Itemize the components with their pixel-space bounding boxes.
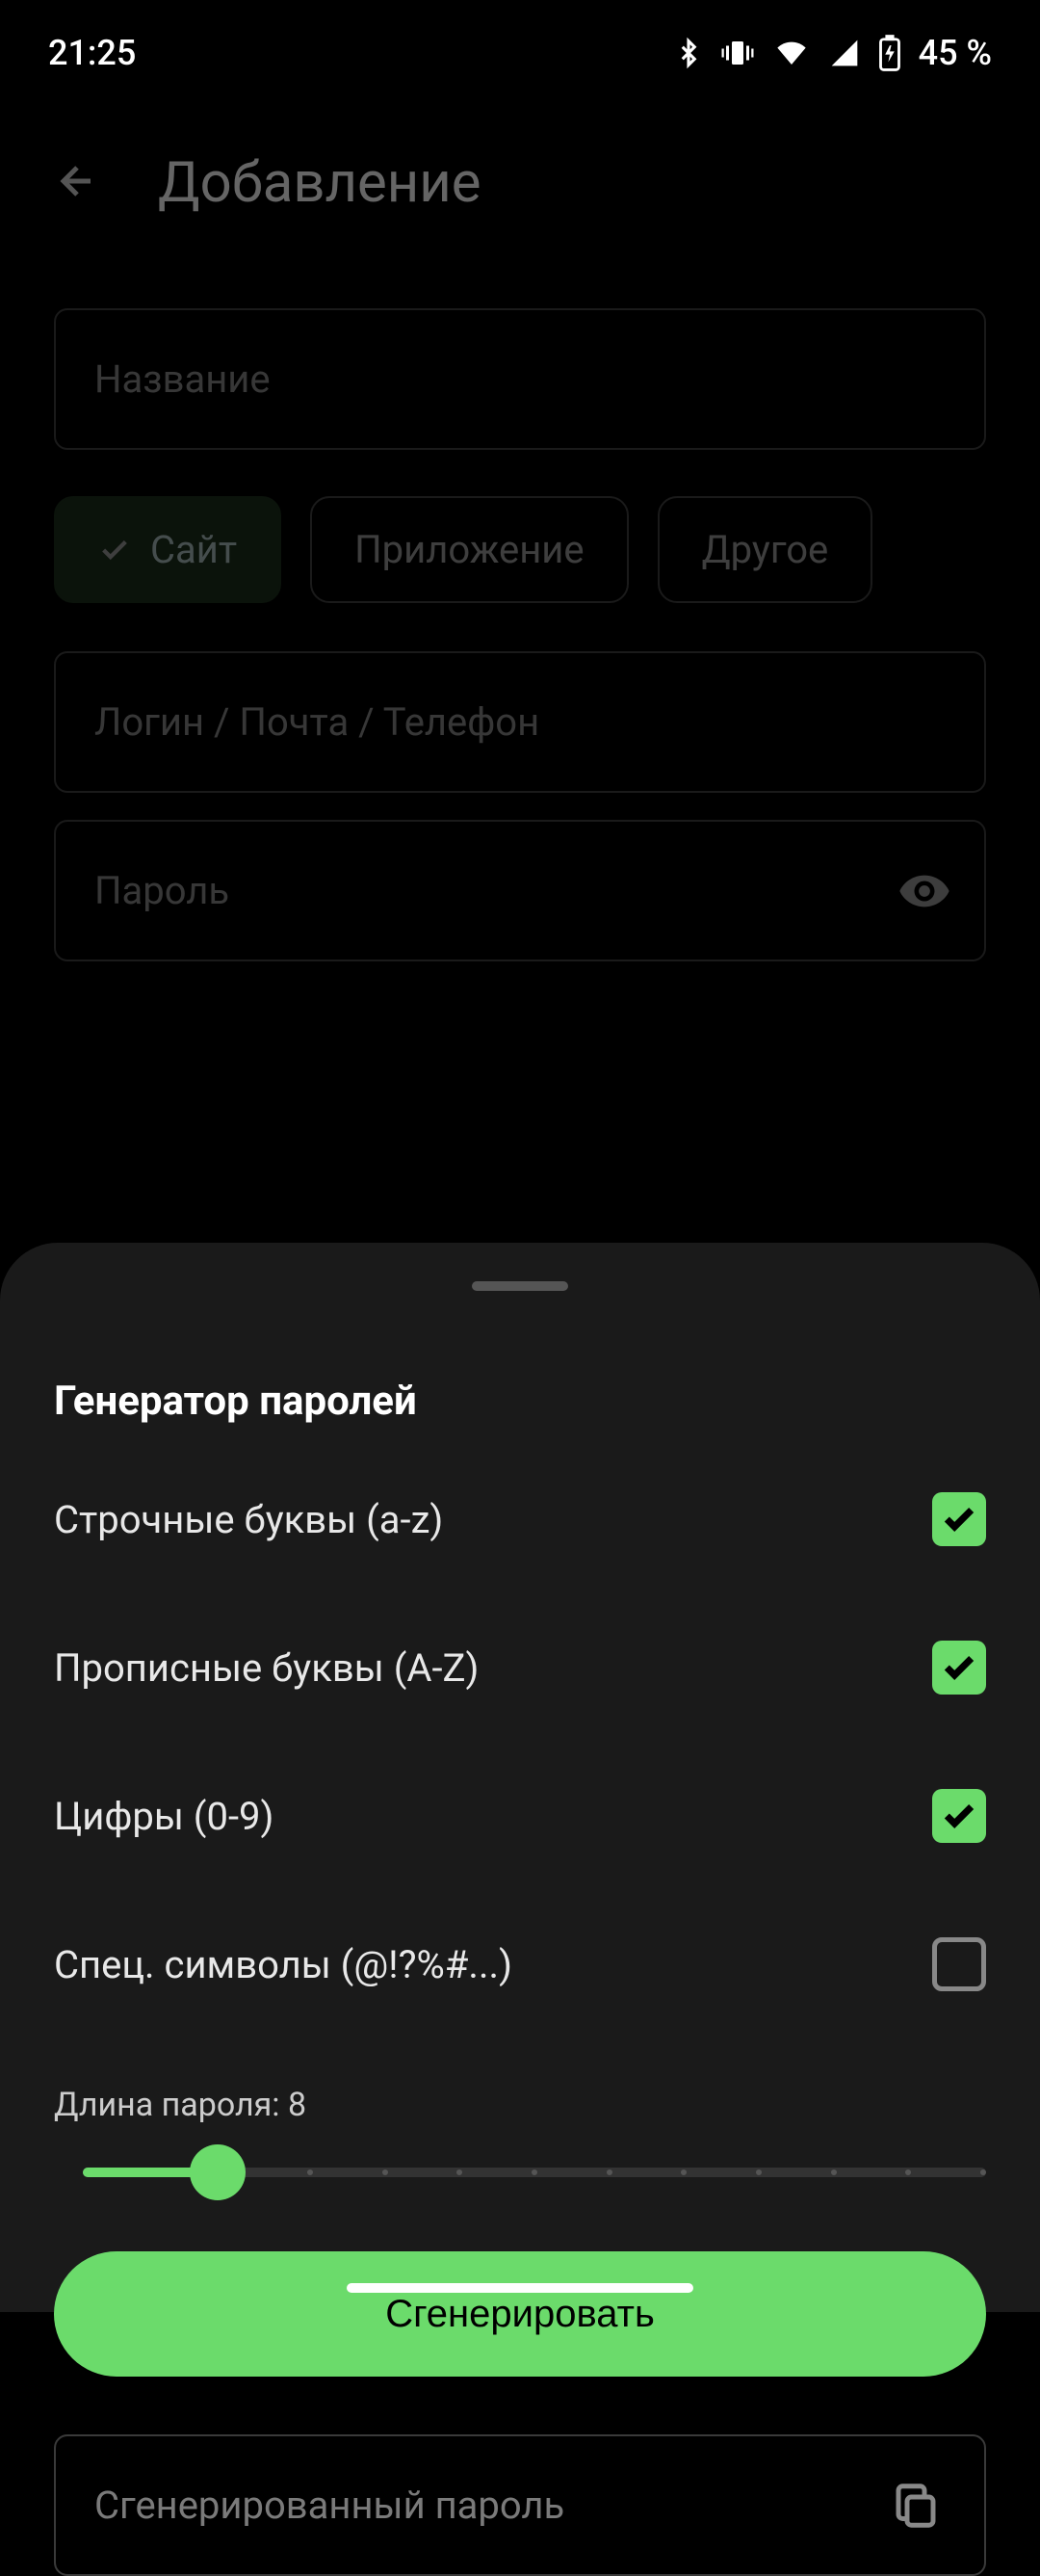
chip-label: Сайт	[150, 527, 237, 572]
generate-button[interactable]: Сгенерировать	[54, 2251, 986, 2377]
battery-text: 45 %	[919, 33, 992, 73]
bluetooth-icon	[674, 35, 703, 71]
chip-label: Приложение	[354, 527, 584, 572]
sheet-title: Генератор паролей	[54, 1378, 986, 1425]
signal-icon	[828, 38, 861, 68]
option-label: Спец. символы (@!?%#...)	[54, 1942, 512, 1987]
option-special[interactable]: Спец. символы (@!?%#...)	[54, 1937, 986, 1991]
battery-icon	[878, 35, 901, 71]
slider-thumb[interactable]	[190, 2144, 246, 2200]
chip-site[interactable]: Сайт	[54, 496, 281, 603]
login-field[interactable]: Логин / Почта / Телефон	[54, 651, 986, 793]
checkbox-uppercase[interactable]	[932, 1641, 986, 1695]
checkbox-digits[interactable]	[932, 1789, 986, 1843]
status-time: 21:25	[48, 33, 136, 73]
nav-bar[interactable]	[347, 2283, 693, 2293]
checkbox-special[interactable]	[932, 1937, 986, 1991]
option-digits[interactable]: Цифры (0-9)	[54, 1789, 986, 1843]
status-bar: 21:25 45 %	[0, 0, 1040, 106]
status-icons: 45 %	[674, 33, 992, 73]
page-title: Добавление	[158, 150, 481, 216]
password-field[interactable]: Пароль	[54, 820, 986, 961]
back-icon[interactable]	[54, 158, 100, 208]
app-header: Добавление	[54, 106, 986, 260]
name-field[interactable]: Название	[54, 308, 986, 450]
bottom-sheet: Генератор паролей Строчные буквы (a-z) П…	[0, 1243, 1040, 2312]
drag-handle[interactable]	[472, 1281, 568, 1291]
name-placeholder: Название	[94, 356, 271, 402]
length-slider[interactable]	[54, 2151, 986, 2194]
option-uppercase[interactable]: Прописные буквы (A-Z)	[54, 1641, 986, 1695]
chip-other[interactable]: Другое	[658, 496, 873, 603]
checkbox-lowercase[interactable]	[932, 1492, 986, 1546]
result-placeholder: Сгенерированный пароль	[94, 2483, 564, 2528]
option-label: Строчные буквы (a-z)	[54, 1497, 443, 1542]
result-field[interactable]: Сгенерированный пароль	[54, 2434, 986, 2576]
type-chips: Сайт Приложение Другое	[54, 496, 986, 603]
password-placeholder: Пароль	[94, 868, 229, 913]
vibrate-icon	[720, 36, 755, 70]
login-placeholder: Логин / Почта / Телефон	[94, 699, 539, 745]
option-label: Прописные буквы (A-Z)	[54, 1645, 479, 1691]
chip-label: Другое	[702, 527, 829, 572]
length-label: Длина пароля: 8	[54, 2086, 986, 2124]
generate-label: Сгенерировать	[385, 2293, 655, 2336]
option-lowercase[interactable]: Строчные буквы (a-z)	[54, 1492, 986, 1546]
option-label: Цифры (0-9)	[54, 1794, 273, 1839]
wifi-icon	[772, 38, 811, 68]
chip-app[interactable]: Приложение	[310, 496, 628, 603]
